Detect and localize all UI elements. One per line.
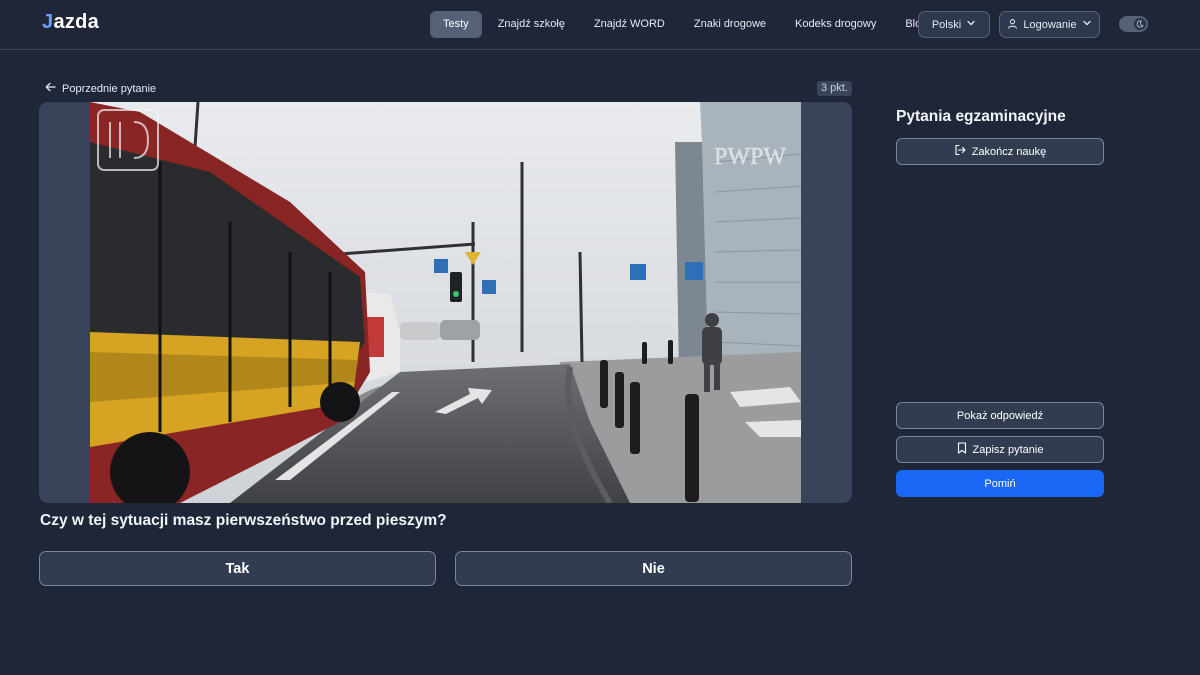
nav-item-road-code[interactable]: Kodeks drogowy: [782, 11, 889, 38]
logo-text: azda: [53, 11, 100, 33]
chevron-down-icon: [966, 18, 976, 31]
previous-question-label: Poprzednie pytanie: [62, 82, 157, 95]
moon-icon: [1134, 18, 1146, 30]
answer-yes-button[interactable]: Tak: [39, 551, 436, 586]
nav-item-testy[interactable]: Testy: [430, 11, 482, 38]
nav-item-find-word[interactable]: Znajdź WORD: [581, 11, 678, 38]
language-label: Polski: [931, 18, 962, 31]
sidebar-title: Pytania egzaminacyjne: [896, 108, 1066, 125]
chevron-down-icon: [1082, 18, 1092, 31]
logout-icon: [954, 144, 966, 159]
finish-learning-label: Zakończ naukę: [971, 145, 1047, 158]
previous-question-link[interactable]: Poprzednie pytanie: [45, 81, 156, 96]
finish-learning-button[interactable]: Zakończ naukę: [896, 138, 1104, 165]
login-button[interactable]: Logowanie: [999, 11, 1100, 38]
answer-no-button[interactable]: Nie: [455, 551, 852, 586]
nav-item-find-school[interactable]: Znajdź szkołę: [485, 11, 578, 38]
question-media[interactable]: PWPW: [39, 102, 852, 503]
skip-button[interactable]: Pomiń: [896, 470, 1104, 497]
street-scene-image: PWPW: [90, 102, 801, 503]
points-badge: 3 pkt.: [817, 81, 852, 96]
nav-item-road-signs[interactable]: Znaki drogowe: [681, 11, 779, 38]
bookmark-icon: [957, 442, 967, 457]
question-text: Czy w tej sytuacji masz pierwszeństwo pr…: [40, 512, 447, 529]
watermark-pwpw: PWPW: [714, 144, 786, 170]
main-nav: Testy Znajdź szkołę Znajdź WORD Znaki dr…: [430, 11, 940, 38]
login-label: Logowanie: [1023, 18, 1077, 31]
user-icon: [1007, 18, 1018, 32]
show-answer-button[interactable]: Pokaż odpowiedź: [896, 402, 1104, 429]
theme-toggle[interactable]: [1119, 16, 1148, 32]
logo-mark: J: [42, 11, 54, 33]
logo[interactable]: Jazda: [42, 11, 99, 34]
language-select[interactable]: Polski: [918, 11, 990, 38]
save-question-button[interactable]: Zapisz pytanie: [896, 436, 1104, 463]
arrow-left-icon: [45, 82, 56, 95]
top-navbar: Jazda Testy Znajdź szkołę Znajdź WORD Zn…: [0, 0, 1200, 50]
save-question-label: Zapisz pytanie: [972, 443, 1044, 456]
